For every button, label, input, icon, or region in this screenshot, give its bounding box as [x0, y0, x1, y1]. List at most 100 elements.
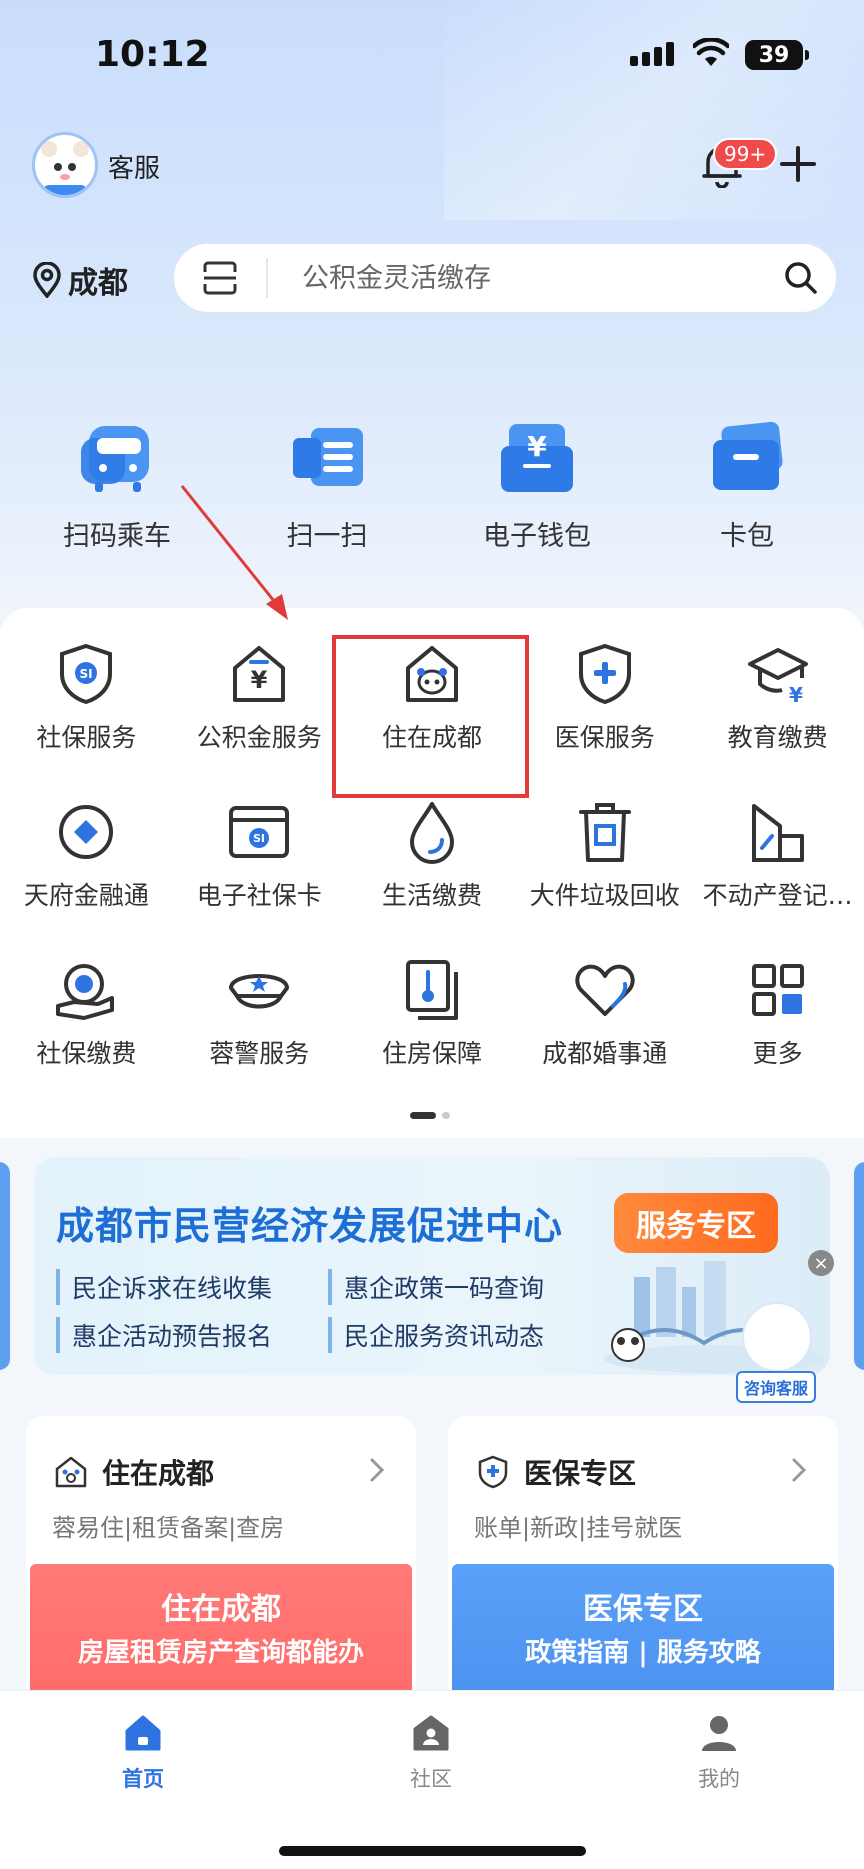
svg-text:SI: SI	[80, 667, 93, 681]
quick-action-label: 卡包	[720, 521, 774, 552]
promo-banner[interactable]: 成都市民营经济发展促进中心 服务专区 民企诉求在线收集 惠企政策一码查询 惠企活…	[34, 1157, 830, 1375]
tab-me[interactable]: 我的	[659, 1711, 779, 1793]
community-house-icon	[413, 1715, 449, 1751]
carousel-prev-peek	[0, 1162, 10, 1370]
quick-action-label: 电子钱包	[483, 521, 591, 552]
svg-text:¥: ¥	[789, 683, 803, 706]
education-cap-icon: ¥	[747, 648, 808, 706]
home-icon	[125, 1715, 161, 1751]
tab-community[interactable]: 社区	[371, 1711, 491, 1793]
quick-action-label: 扫码乘车	[63, 521, 171, 552]
search-input[interactable]	[268, 262, 766, 294]
card-icon	[713, 421, 783, 490]
svg-text:SI: SI	[253, 832, 265, 845]
card-promo-image[interactable]: 住在成都 房屋租赁房产查询都能办	[30, 1564, 412, 1702]
service-utility-payment[interactable]: 生活缴费	[346, 796, 519, 954]
service-bulky-waste[interactable]: 大件垃圾回收	[518, 796, 691, 954]
service-label: 成都婚事通	[542, 1039, 668, 1068]
carousel-next-peek	[854, 1162, 864, 1370]
consult-service-button[interactable]: 咨询客服	[736, 1371, 817, 1403]
quick-action-wallet[interactable]: ¥ 电子钱包	[432, 420, 642, 553]
panda-house-icon	[55, 1456, 87, 1488]
location-pin-icon	[33, 262, 61, 298]
card-subtitle: 账单|新政|挂号就医	[474, 1514, 683, 1542]
police-cap-icon	[229, 974, 290, 1009]
tab-label: 我的	[698, 1767, 740, 1791]
service-more[interactable]: 更多	[691, 954, 864, 1112]
search-button[interactable]	[766, 260, 836, 296]
service-tianfu-finance[interactable]: 天府金融通	[0, 796, 173, 954]
card-title: 医保专区	[524, 1457, 637, 1490]
service-label: 电子社保卡	[196, 881, 322, 910]
service-label: 住房保障	[381, 1039, 482, 1068]
card-promo-image[interactable]: 医保专区 政策指南 | 服务攻略	[452, 1564, 834, 1702]
search-icon	[785, 262, 817, 294]
status-bar: 10:12 39	[0, 0, 864, 110]
service-social-security[interactable]: SI 社保服务	[0, 638, 173, 796]
service-medical[interactable]: 医保服务	[518, 638, 691, 796]
city-name: 成都	[68, 266, 128, 301]
chevron-right-icon	[370, 1458, 385, 1482]
card-header: 医保专区	[476, 1452, 636, 1492]
scan-shortcut-button[interactable]	[174, 244, 266, 312]
banner-tag: 服务专区	[614, 1193, 778, 1253]
card-medical-zone[interactable]: 医保专区 账单|新政|挂号就医 医保专区 政策指南 | 服务攻略	[448, 1416, 838, 1702]
medical-shield-icon	[478, 1455, 508, 1489]
svg-text:¥: ¥	[527, 430, 547, 463]
service-property-registration[interactable]: 不动产登记…	[691, 796, 864, 954]
social-security-shield-icon: SI	[60, 643, 113, 705]
service-label: 教育缴费	[727, 723, 828, 752]
promo-title: 住在成都	[161, 1592, 281, 1627]
banner-points: 民企诉求在线收集 惠企政策一码查询 惠企活动预告报名 民企服务资讯动态	[56, 1269, 588, 1353]
promo-subtitle: 房屋租赁房产查询都能办	[77, 1638, 364, 1668]
service-police[interactable]: 蓉警服务	[173, 954, 346, 1112]
service-social-payment[interactable]: 社保缴费	[0, 954, 173, 1112]
service-housing-security[interactable]: 住房保障	[346, 954, 519, 1112]
card-title: 住在成都	[102, 1457, 215, 1490]
chevron-right-icon	[792, 1458, 807, 1482]
more-grid-icon	[751, 964, 804, 1016]
banner-close-button[interactable]: ×	[808, 1250, 834, 1276]
banner-point: 民企诉求在线收集	[56, 1269, 316, 1305]
tab-home[interactable]: 首页	[83, 1711, 203, 1793]
heart-icon	[575, 964, 635, 1016]
diamond-circle-icon	[59, 805, 114, 859]
service-housing-fund[interactable]: ¥ 公积金服务	[173, 638, 346, 796]
service-e-social-card[interactable]: SI 电子社保卡	[173, 796, 346, 954]
quick-actions: 扫码乘车 扫一扫 ¥ 电子钱包 卡包	[0, 420, 864, 553]
card-live-in-chengdu[interactable]: 住在成都 蓉易住|租赁备案|查房 住在成都 房屋租赁房产查询都能办	[26, 1416, 416, 1702]
service-label: 公积金服务	[196, 723, 322, 752]
service-label: 社保缴费	[36, 1039, 137, 1068]
notification-count-badge: 99+	[713, 138, 778, 170]
card-header: 住在成都	[54, 1452, 214, 1492]
quick-action-scan[interactable]: 扫一扫	[222, 420, 432, 553]
service-education-fee[interactable]: ¥ 教育缴费	[691, 638, 864, 796]
quick-action-card[interactable]: 卡包	[642, 420, 852, 553]
service-label: 生活缴费	[381, 881, 482, 910]
battery-icon: 39	[745, 40, 809, 70]
quick-action-bus[interactable]: 扫码乘车	[12, 420, 222, 553]
cellular-signal-icon	[630, 42, 674, 66]
service-avatar[interactable]	[32, 132, 98, 198]
service-wedding[interactable]: 成都婚事通	[518, 954, 691, 1112]
service-label: 更多	[752, 1039, 803, 1068]
promo-title: 医保专区	[583, 1592, 703, 1627]
consult-mascot-avatar[interactable]	[742, 1302, 812, 1372]
banner-title: 成都市民营经济发展促进中心	[56, 1204, 564, 1248]
location-selector[interactable]: 成都	[32, 258, 128, 302]
promo-subtitle: 政策指南 | 服务攻略	[525, 1638, 761, 1668]
panda-mascot-icon	[41, 141, 89, 195]
home-indicator	[279, 1846, 586, 1856]
trash-bin-icon	[578, 803, 631, 862]
grid-page-indicator	[410, 1112, 450, 1119]
service-label: 不动产登记…	[702, 881, 853, 910]
search-bar[interactable]	[172, 242, 838, 314]
add-plus-icon[interactable]	[778, 144, 818, 184]
svg-text:¥: ¥	[251, 666, 268, 694]
banner-point: 民企服务资讯动态	[328, 1317, 588, 1353]
customer-service-label[interactable]: 客服	[108, 148, 160, 185]
service-label: 天府金融通	[23, 881, 149, 910]
service-label: 医保服务	[554, 723, 655, 752]
wifi-icon	[693, 38, 729, 66]
person-icon	[702, 1716, 736, 1751]
